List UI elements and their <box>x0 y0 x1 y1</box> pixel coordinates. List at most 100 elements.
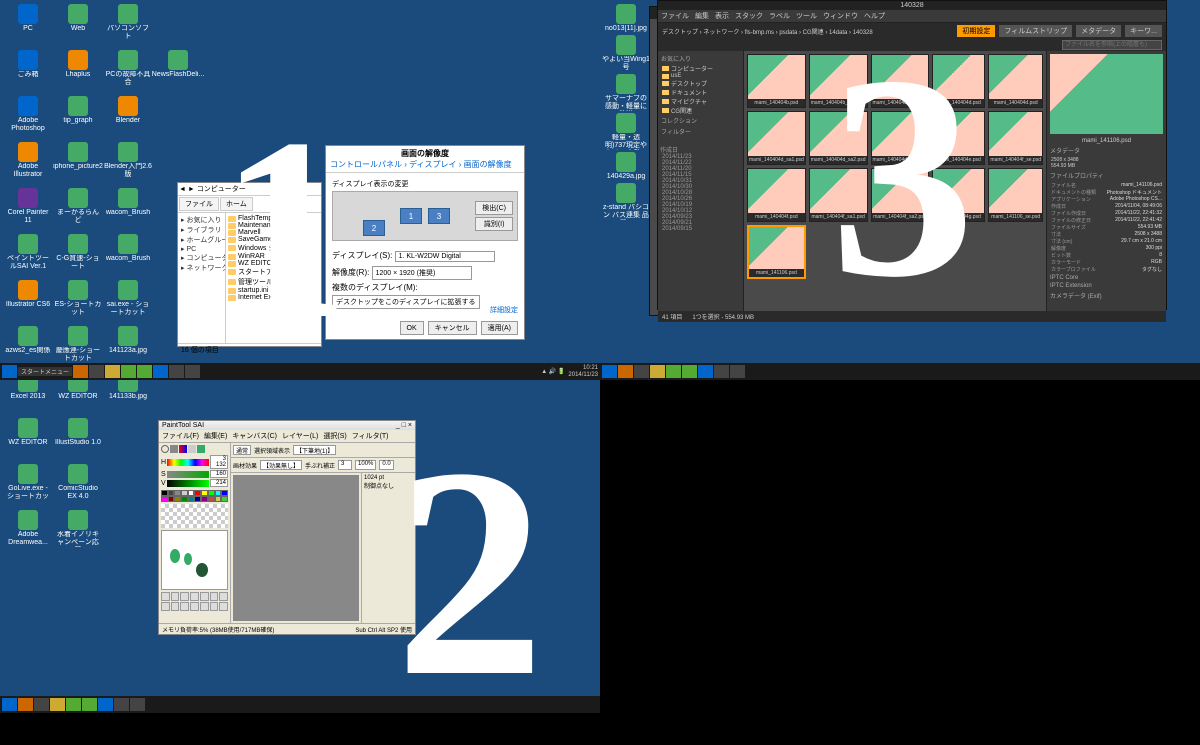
thumbnail[interactable]: mami_140404e.psd <box>932 111 985 165</box>
bridge-menu-item[interactable]: ツール <box>796 11 817 21</box>
sai-scratchpad[interactable] <box>161 530 228 590</box>
sai-menu-item[interactable]: 編集(E) <box>204 431 227 441</box>
taskbar3-app-1[interactable] <box>18 698 33 711</box>
file-item[interactable]: Maintenance <box>228 222 319 229</box>
sai-tool-button[interactable] <box>219 602 228 611</box>
file-item[interactable]: WinRAR <box>228 253 319 260</box>
desktop-icon[interactable]: no013[11].jpg <box>602 4 650 33</box>
start-button-2[interactable] <box>602 365 617 378</box>
file-item[interactable]: Marvell <box>228 229 319 236</box>
desktop-icon[interactable]: サマーナブの感動・軽量に移送 <box>602 74 650 111</box>
sai-tool-button[interactable] <box>171 602 180 611</box>
zoom-field[interactable]: 100% <box>355 460 376 470</box>
thumbnail[interactable]: mami_140404b.psd <box>747 54 806 108</box>
color-swatch[interactable] <box>181 496 188 502</box>
sai-canvas[interactable] <box>233 475 359 621</box>
sai-menu-item[interactable]: キャンバス(C) <box>232 431 277 441</box>
detect-button[interactable]: 検出(C) <box>475 201 513 215</box>
ok-button[interactable]: OK <box>400 321 424 335</box>
bridge-tab-essentials[interactable]: 初期設定 <box>957 25 995 37</box>
sai-tool-button[interactable] <box>210 592 219 601</box>
desktop-icon[interactable]: Adobe Photoshop <box>4 96 52 140</box>
thumbnail[interactable]: mami_140404d_sa3.psd <box>871 111 930 165</box>
square-icon[interactable] <box>170 445 178 453</box>
desktop-icon[interactable]: PCの故障不具合 <box>104 50 152 94</box>
taskbar2-app-5[interactable] <box>682 365 697 378</box>
bridge-date-filter[interactable]: 2014/09/15 <box>660 226 741 232</box>
tree-item[interactable]: ▸ コンピューター <box>180 253 223 263</box>
desktop-icon[interactable]: sai.exe - ショートカット <box>104 280 152 324</box>
taskbar3-app-7[interactable] <box>114 698 129 711</box>
taskbar2-app-8[interactable] <box>730 365 745 378</box>
taskbar-app-2[interactable] <box>89 365 104 378</box>
bridge-fav-item[interactable]: コンピューター <box>660 64 741 73</box>
bridge-fav-item[interactable]: デスクトップ <box>660 79 741 88</box>
sai-menu-item[interactable]: レイヤー(L) <box>282 431 318 441</box>
picker-icon[interactable] <box>197 445 205 453</box>
taskbar-app-3[interactable] <box>105 365 120 378</box>
taskbar3-app-8[interactable] <box>130 698 145 711</box>
bridge-menu-item[interactable]: スタック <box>735 11 763 21</box>
file-item[interactable]: スタートアップ <box>228 267 319 277</box>
sai-window-controls[interactable]: _ □ × <box>396 422 412 429</box>
tree-item[interactable]: ▸ ホームグループ <box>180 235 223 245</box>
thumbnail[interactable]: mami_140404f_sa1.psd <box>809 168 868 222</box>
desktop-icon[interactable]: C-G質速-ショート <box>54 234 102 278</box>
thumbnail[interactable]: mami_140404f.psd <box>747 168 806 222</box>
clock[interactable]: 10:21 2014/11/23 <box>568 365 598 379</box>
desktop-icon[interactable]: Web <box>54 4 102 48</box>
sat-slider[interactable] <box>167 471 209 478</box>
desktop-icon[interactable]: Corel Painter 11 <box>4 188 52 232</box>
explorer-tab-home[interactable]: ホーム <box>220 197 253 211</box>
color-swatch[interactable] <box>174 496 181 502</box>
file-item[interactable]: SaveGame <box>228 236 319 243</box>
resolution-dropdown[interactable]: 1200 × 1920 (推奨) <box>372 266 472 280</box>
apply-button[interactable]: 適用(A) <box>481 321 518 335</box>
sai-tool-button[interactable] <box>180 602 189 611</box>
start-menu-label[interactable]: スタートメニュー <box>18 367 72 376</box>
color-swatch[interactable] <box>168 496 175 502</box>
thumbnail[interactable]: mami_140404b_sa2.psd <box>871 54 930 108</box>
desktop-icon[interactable]: wacom_Brush <box>104 188 152 232</box>
taskbar-app-8[interactable] <box>185 365 200 378</box>
color-swatch[interactable] <box>161 496 168 502</box>
sai-tool-button[interactable] <box>190 602 199 611</box>
file-item[interactable]: 管理ツール <box>228 277 319 287</box>
monitor-2[interactable]: 2 <box>363 220 385 236</box>
desktop-icon[interactable]: PC <box>4 4 52 48</box>
desktop-icon[interactable]: まーかるらんど <box>54 188 102 232</box>
taskbar-app-6[interactable] <box>153 365 168 378</box>
bridge-fav-item[interactable]: CG関連 <box>660 106 741 115</box>
desktop-icon[interactable]: ES-ショートカット <box>54 280 102 324</box>
sai-tool-button[interactable] <box>161 592 170 601</box>
color-swatch[interactable] <box>215 496 222 502</box>
file-item[interactable]: FlashTemp Upd... <box>228 215 319 222</box>
angle-field[interactable]: 0.0 <box>379 460 393 470</box>
file-item[interactable]: Windows システ... <box>228 243 319 253</box>
taskbar3-app-3[interactable] <box>50 698 65 711</box>
taskbar2-app-4[interactable] <box>666 365 681 378</box>
bridge-tab-metadata[interactable]: メタデータ <box>1076 25 1121 37</box>
thumbnail[interactable]: mami_140404b_sa1.psd <box>809 54 868 108</box>
bridge-menu-item[interactable]: ラベル <box>769 11 790 21</box>
taskbar-app-4[interactable] <box>121 365 136 378</box>
file-item[interactable]: WZ EDITOR 8 <box>228 260 319 267</box>
desktop-icon[interactable]: Blender入門2.6版 <box>104 142 152 186</box>
thumbnail[interactable]: mami_140404d_sa2.psd <box>809 111 868 165</box>
thumbnail[interactable]: mami_140404d.psd <box>932 54 985 108</box>
tree-item[interactable]: ▸ PC <box>180 245 223 253</box>
monitor-arrangement[interactable]: 1 3 2 検出(C) 識別(I) <box>332 191 518 241</box>
taskbar2-app-3[interactable] <box>650 365 665 378</box>
sai-tool-button[interactable] <box>210 602 219 611</box>
sai-tool-button[interactable] <box>200 602 209 611</box>
system-tray[interactable]: ▲ 🔊 🔋 10:21 2014/11/23 <box>541 365 598 379</box>
thumbnail[interactable]: mami_140404f_se.psd <box>988 111 1043 165</box>
desktop-icon[interactable]: 140429a.jpg <box>602 152 650 181</box>
desktop-icon[interactable]: z-stand パシコン バス連集 品質... <box>602 183 650 220</box>
tree-item[interactable]: ▸ ライブラリ <box>180 225 223 235</box>
sai-tool-button[interactable] <box>161 602 170 611</box>
desktop-icon[interactable]: ペイントツールSAI Ver.1 <box>4 234 52 278</box>
sai-tool-button[interactable] <box>180 592 189 601</box>
bridge-fav-item[interactable]: ドキュメント <box>660 88 741 97</box>
bridge-menu-item[interactable]: 表示 <box>715 11 729 21</box>
